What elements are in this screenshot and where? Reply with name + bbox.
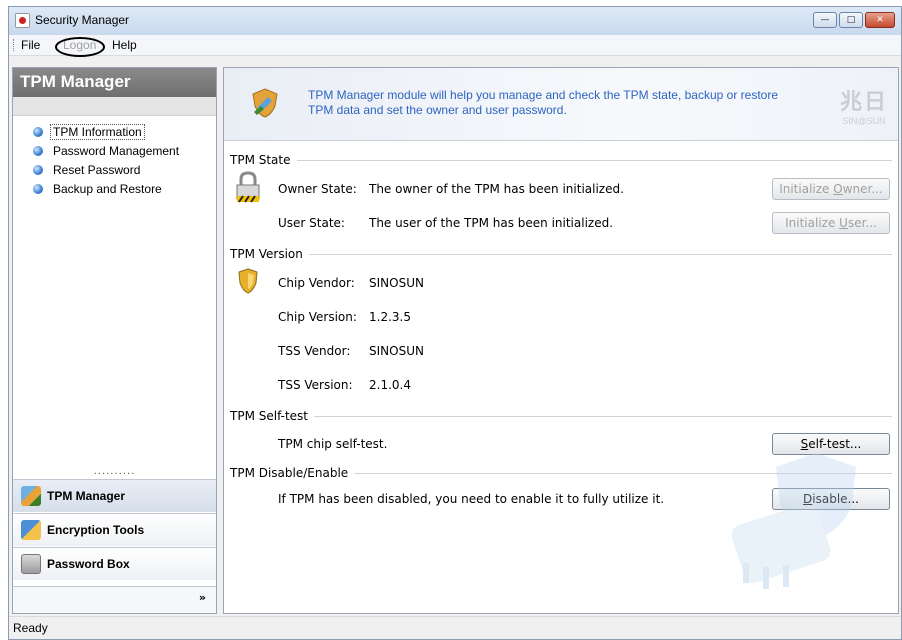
menu-help[interactable]: Help	[112, 38, 137, 52]
tpm-shield-icon	[252, 88, 278, 118]
close-button[interactable]: ✕	[865, 12, 895, 28]
status-text: Ready	[13, 621, 48, 635]
menu-bar: File Logon Help	[9, 35, 901, 56]
app-icon	[15, 13, 30, 28]
tpm-version-group-label: TPM Version	[230, 247, 309, 261]
maximize-button[interactable]: □	[839, 12, 863, 28]
sidebar-item-reset-password[interactable]: Reset Password	[33, 160, 216, 179]
info-banner: TPM Manager module will help you manage …	[224, 68, 898, 141]
shield-chip-icon	[238, 268, 258, 294]
user-state-label: User State:	[278, 216, 345, 230]
sidebar-nav: TPM Information Password Management Rese…	[13, 116, 216, 198]
bullet-icon	[33, 183, 43, 194]
menu-file[interactable]: File	[21, 38, 40, 52]
disable-enable-description: If TPM has been disabled, you need to en…	[278, 492, 665, 506]
logon-highlight-circle	[55, 37, 105, 57]
section-tpm-manager[interactable]: TPM Manager	[13, 479, 216, 512]
tss-vendor-label: TSS Vendor:	[278, 344, 351, 358]
tpm-version-divider	[230, 254, 892, 255]
logo-chinese: 兆日	[839, 89, 888, 114]
self-test-divider	[230, 416, 892, 417]
sidebar: TPM Manager TPM Information Password Man…	[12, 67, 217, 614]
section-password-box[interactable]: Password Box	[13, 547, 216, 580]
menu-grip	[13, 39, 16, 51]
sidebar-item-label: Password Management	[53, 143, 180, 158]
sinosun-logo: 兆日 SIN@SUN	[840, 84, 888, 126]
security-manager-window: Security Manager — □ ✕ File Logon Help T…	[8, 6, 902, 640]
user-state-value: The user of the TPM has been initialized…	[369, 216, 614, 230]
owner-state-value: The owner of the TPM has been initialize…	[369, 182, 624, 196]
chip-version-label: Chip Version:	[278, 310, 357, 324]
tss-version-value: 2.1.0.4	[369, 378, 411, 392]
background-chip-shield-art	[731, 453, 856, 589]
sidebar-item-label: Backup and Restore	[53, 181, 162, 196]
banner-description: TPM Manager module will help you manage …	[308, 88, 779, 117]
encryption-tools-icon	[21, 520, 41, 540]
section-label: TPM Manager	[47, 489, 126, 503]
main-panel: TPM Manager module will help you manage …	[223, 67, 899, 614]
window-title: Security Manager	[35, 13, 130, 27]
owner-state-label: Owner State:	[278, 182, 357, 196]
initialize-owner-button[interactable]: Initialize Owner...	[772, 178, 890, 200]
tpm-state-group-label: TPM State	[230, 153, 297, 167]
sidebar-item-label: TPM Information	[50, 123, 145, 140]
disable-enable-group-label: TPM Disable/Enable	[230, 466, 355, 480]
self-test-description: TPM chip self-test.	[278, 437, 388, 451]
title-bar[interactable]: Security Manager — □ ✕	[9, 7, 901, 35]
tpm-manager-icon	[21, 486, 41, 506]
chevron-double-right-icon: »	[198, 591, 206, 604]
initialize-user-button[interactable]: Initialize User...	[772, 212, 890, 234]
bullet-icon	[33, 164, 43, 175]
chip-version-value: 1.2.3.5	[369, 310, 411, 324]
tss-version-label: TSS Version:	[278, 378, 353, 392]
chip-vendor-label: Chip Vendor:	[278, 276, 355, 290]
section-encryption-tools[interactable]: Encryption Tools	[13, 513, 216, 546]
section-label: Encryption Tools	[47, 523, 145, 537]
password-box-icon	[21, 554, 41, 574]
self-test-group-label: TPM Self-test	[230, 409, 315, 423]
tpm-state-divider	[230, 160, 892, 161]
section-label: Password Box	[47, 557, 130, 571]
bullet-icon	[33, 145, 43, 156]
sidebar-item-label: Reset Password	[53, 162, 141, 177]
sidebar-item-password-management[interactable]: Password Management	[33, 141, 216, 160]
logo-english: SIN@SUN	[842, 116, 886, 126]
status-bar: Ready	[9, 616, 901, 639]
bullet-icon	[33, 126, 43, 137]
sidebar-subheader	[13, 97, 216, 116]
sidebar-header: TPM Manager	[13, 68, 216, 97]
tss-vendor-value: SINOSUN	[369, 344, 424, 358]
sidebar-item-tpm-information[interactable]: TPM Information	[33, 122, 216, 141]
lock-icon	[236, 171, 260, 203]
splitter-grip[interactable]: ..........	[13, 466, 216, 477]
sidebar-item-backup-restore[interactable]: Backup and Restore	[33, 179, 216, 198]
chip-vendor-value: SINOSUN	[369, 276, 424, 290]
more-sections-button[interactable]: »	[13, 586, 216, 613]
minimize-button[interactable]: —	[813, 12, 837, 28]
